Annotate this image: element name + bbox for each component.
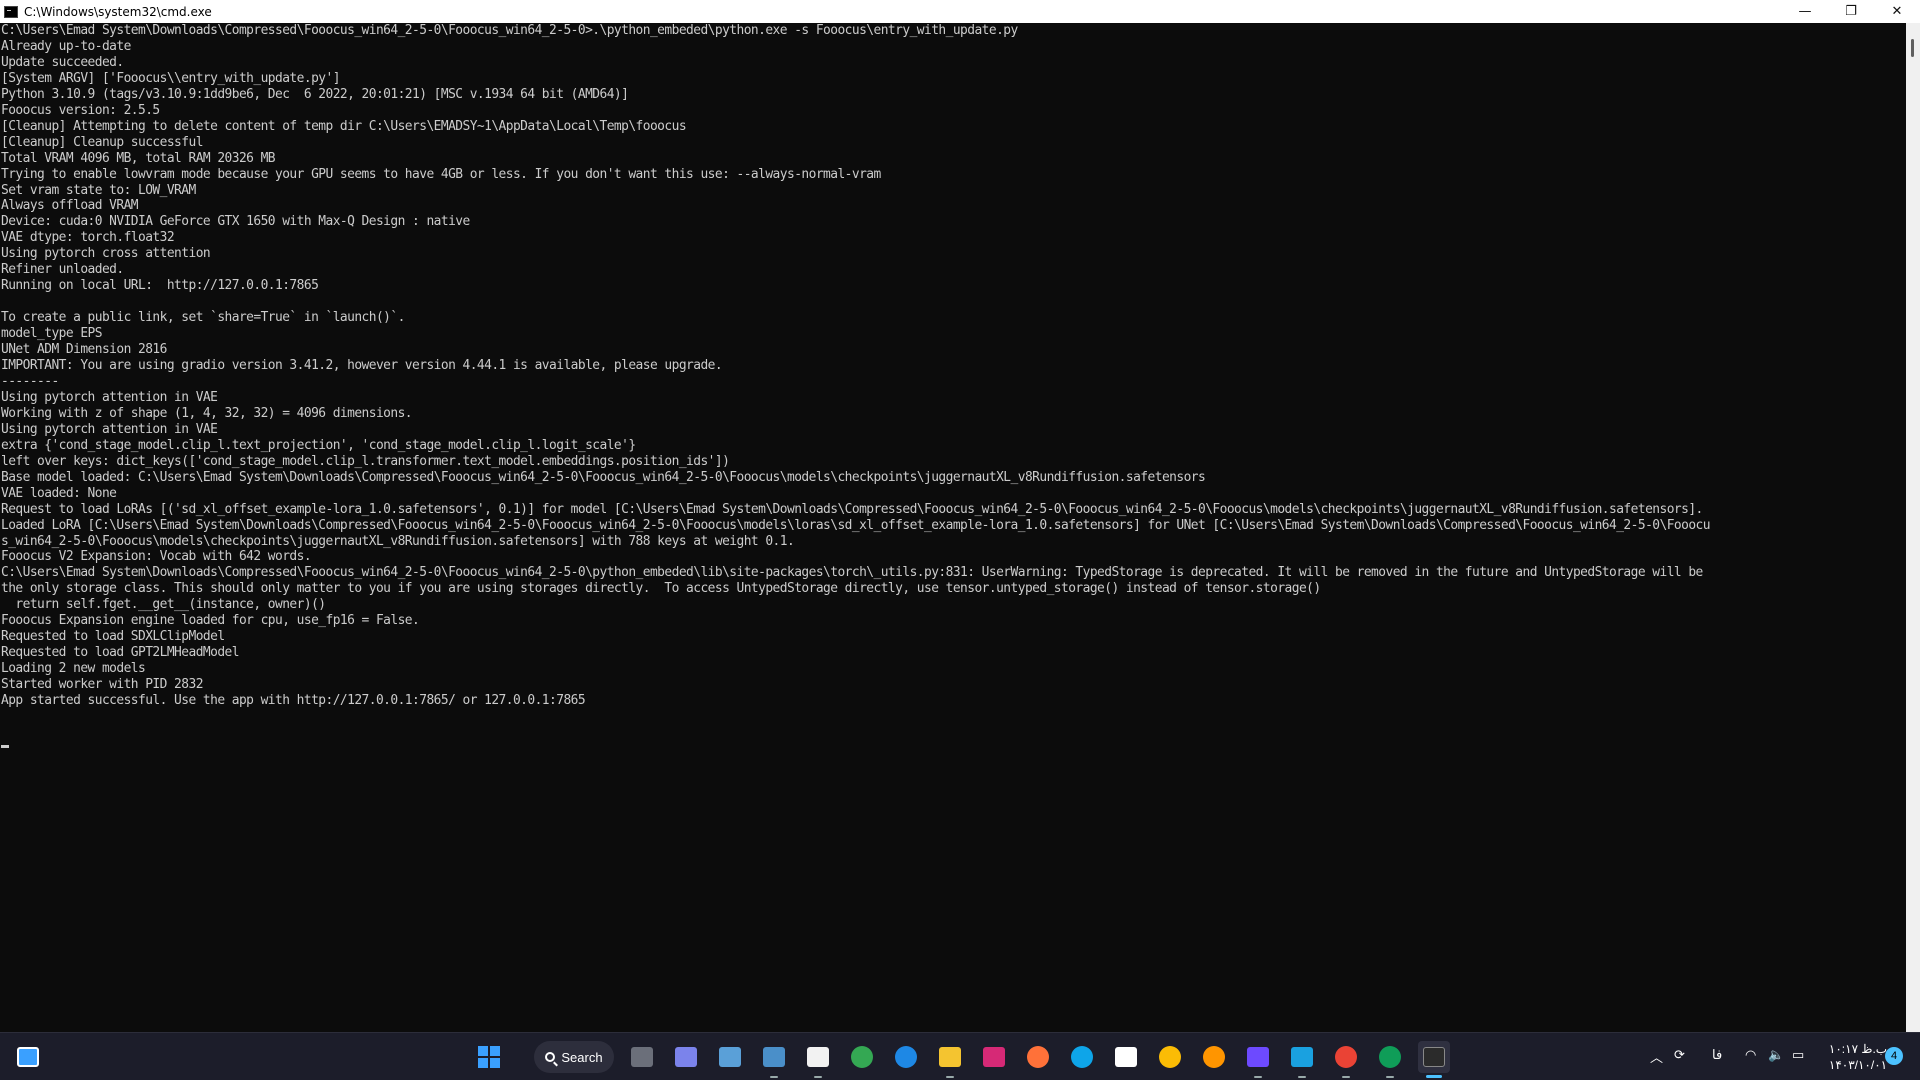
start-button[interactable] — [473, 1041, 505, 1073]
maximize-button[interactable]: ❐ — [1828, 0, 1874, 23]
window-title: C:\Windows\system32\cmd.exe — [24, 4, 212, 19]
volume-icon[interactable]: 🔈 — [1768, 1047, 1784, 1063]
windows-logo-icon — [478, 1046, 500, 1068]
close-button[interactable]: ✕ — [1874, 0, 1920, 23]
taskbar-app-file-explorer[interactable] — [934, 1041, 966, 1078]
taskbar-app-chrome[interactable] — [846, 1041, 878, 1073]
console-output[interactable]: C:\Users\Emad System\Downloads\Compresse… — [0, 23, 1906, 1032]
taskbar-search-button[interactable]: Search — [534, 1041, 614, 1073]
title-bar: C:\Windows\system32\cmd.exe — ❐ ✕ — [0, 0, 1920, 23]
instagram-icon — [983, 1047, 1005, 1067]
clock-date: ۱۴۰۳/۱۰/۰۱ — [1828, 1058, 1888, 1072]
taskbar-app-firefox[interactable] — [1022, 1041, 1054, 1073]
scrollbar-thumb[interactable] — [1911, 39, 1914, 57]
taskbar-app-teams[interactable] — [670, 1041, 702, 1073]
taskbar-app-app-v[interactable] — [1286, 1041, 1318, 1078]
text-cursor — [1, 745, 9, 748]
taskbar-app-chrome-3[interactable] — [1330, 1041, 1362, 1078]
store-icon — [807, 1047, 829, 1067]
chrome-2-icon — [1159, 1046, 1181, 1068]
app-v-icon — [1291, 1047, 1313, 1067]
teams-icon — [675, 1047, 697, 1067]
taskbar-app-app-blue[interactable] — [890, 1041, 922, 1073]
active-app-indicator — [1426, 1075, 1442, 1078]
firefox-2-icon — [1203, 1046, 1225, 1068]
vertical-scrollbar[interactable] — [1906, 23, 1920, 1032]
firefox-icon — [1027, 1046, 1049, 1068]
search-label: Search — [561, 1049, 603, 1065]
minimize-button[interactable]: — — [1782, 0, 1828, 23]
input-language-indicator[interactable]: فا — [1712, 1047, 1722, 1063]
taskbar-app-task-manager[interactable] — [758, 1041, 790, 1078]
running-app-indicator — [946, 1076, 954, 1078]
taskbar-app-task-view[interactable] — [626, 1041, 658, 1073]
chrome-4-icon — [1379, 1046, 1401, 1068]
task-view-icon — [631, 1047, 653, 1067]
clock-time: ۱۰:۱۷ ب.ظ — [1828, 1042, 1888, 1056]
sync-icon[interactable]: ⟳ — [1674, 1047, 1685, 1063]
file-explorer-icon — [939, 1047, 961, 1067]
notification-badge[interactable]: 4 — [1885, 1047, 1903, 1065]
chrome-3-icon — [1335, 1046, 1357, 1068]
taskbar-app-proton-vpn[interactable] — [1242, 1041, 1274, 1078]
taskbar-app-terminal[interactable] — [1418, 1041, 1450, 1078]
battery-icon[interactable]: ▭ — [1792, 1047, 1804, 1063]
widgets-icon — [17, 1047, 39, 1067]
taskbar-app-chrome-2[interactable] — [1154, 1041, 1186, 1073]
system-clock[interactable]: ۱۰:۱۷ ب.ظ ۱۴۰۳/۱۰/۰۱ — [1825, 1041, 1891, 1073]
taskbar-app-store[interactable] — [802, 1041, 834, 1078]
console-text: C:\Users\Emad System\Downloads\Compresse… — [1, 23, 1711, 709]
app-blue-icon — [895, 1046, 917, 1068]
running-app-indicator — [1386, 1076, 1394, 1078]
wifi-icon[interactable]: ◠ — [1745, 1047, 1756, 1063]
running-app-indicator — [1254, 1076, 1262, 1078]
control-panel-icon — [719, 1047, 741, 1067]
taskbar-app-notepad[interactable] — [1110, 1041, 1142, 1073]
running-app-indicator — [814, 1076, 822, 1078]
widgets-button[interactable] — [12, 1041, 44, 1073]
chrome-icon — [851, 1046, 873, 1068]
taskbar: Search ︿ ⟳ فا ◠ 🔈 ▭ ۱۰:۱۷ ب.ظ ۱۴۰۳/۱۰/۰۱… — [0, 1032, 1920, 1080]
running-app-indicator — [770, 1076, 778, 1078]
edge-icon — [1071, 1046, 1093, 1068]
proton-vpn-icon — [1247, 1047, 1269, 1067]
task-manager-icon — [763, 1047, 785, 1067]
notepad-icon — [1115, 1047, 1137, 1067]
terminal-icon — [1423, 1047, 1445, 1067]
taskbar-app-edge[interactable] — [1066, 1041, 1098, 1073]
taskbar-app-control-panel[interactable] — [714, 1041, 746, 1073]
taskbar-app-chrome-4[interactable] — [1374, 1041, 1406, 1078]
running-app-indicator — [1298, 1076, 1306, 1078]
taskbar-app-firefox-2[interactable] — [1198, 1041, 1230, 1073]
show-hidden-icons-chevron-icon[interactable]: ︿ — [1650, 1047, 1663, 1066]
search-icon — [545, 1052, 556, 1062]
taskbar-app-instagram[interactable] — [978, 1041, 1010, 1073]
cmd-app-icon — [4, 5, 18, 18]
running-app-indicator — [1342, 1076, 1350, 1078]
